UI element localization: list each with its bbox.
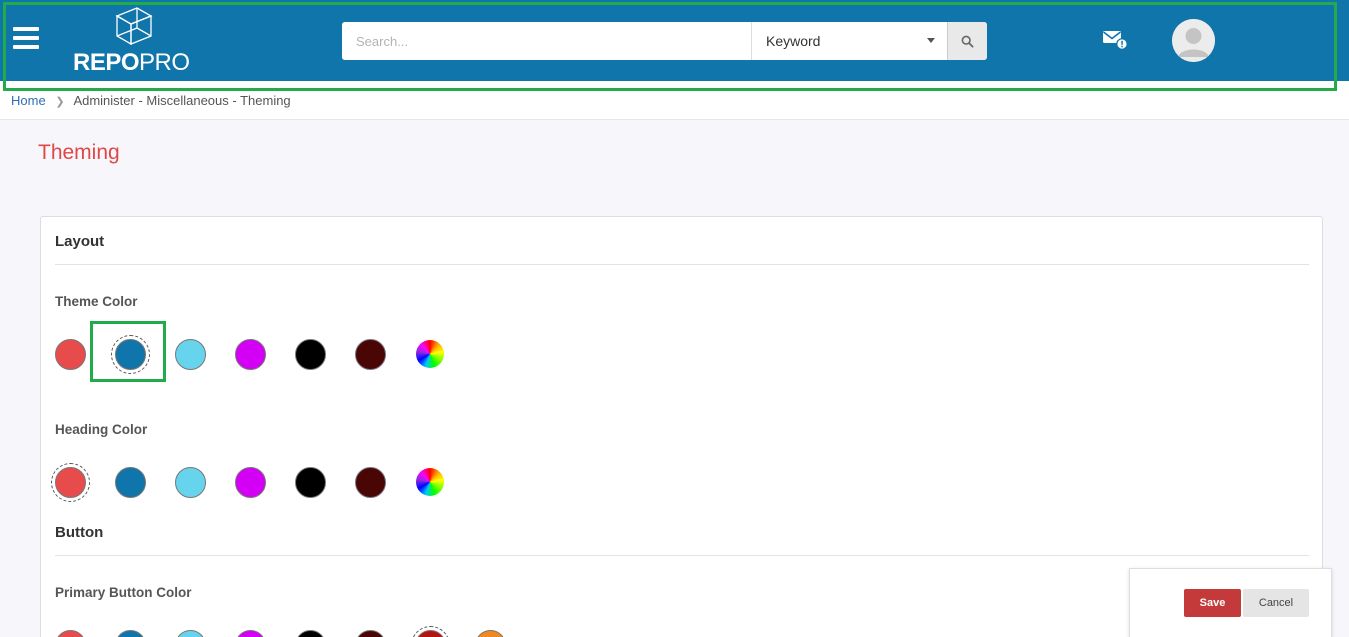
primary-button-color-swatch[interactable] xyxy=(354,629,386,637)
heading-color-swatch[interactable] xyxy=(114,466,146,498)
action-bar: Save Cancel xyxy=(1129,568,1332,637)
heading-color-swatch[interactable] xyxy=(354,466,386,498)
top-header: REPOPRO Keyword xyxy=(0,0,1349,81)
divider xyxy=(55,555,1309,556)
page-title: Theming xyxy=(38,141,120,164)
cancel-button[interactable]: Cancel xyxy=(1243,589,1309,617)
custom-color-picker-icon[interactable] xyxy=(416,340,444,368)
save-button[interactable]: Save xyxy=(1184,589,1241,617)
repopro-logo[interactable]: REPOPRO xyxy=(73,4,198,76)
global-search: Keyword xyxy=(342,22,987,60)
divider xyxy=(55,264,1309,265)
theme-color-swatch[interactable] xyxy=(174,338,206,370)
primary-button-color-label: Primary Button Color xyxy=(55,585,192,600)
primary-button-color-swatch[interactable] xyxy=(54,629,86,637)
notification-mail-icon[interactable] xyxy=(1102,29,1130,51)
search-input[interactable] xyxy=(342,22,751,60)
theme-color-label: Theme Color xyxy=(55,294,138,309)
primary-button-color-swatch[interactable] xyxy=(294,629,326,637)
primary-button-color-swatch[interactable] xyxy=(114,629,146,637)
primary-button-color-swatch[interactable] xyxy=(174,629,206,637)
search-icon xyxy=(961,35,974,48)
theme-color-swatch[interactable] xyxy=(294,338,326,370)
search-mode-dropdown[interactable]: Keyword xyxy=(751,22,947,60)
user-avatar-icon[interactable] xyxy=(1172,19,1215,62)
custom-color-picker-icon[interactable] xyxy=(416,468,444,496)
breadcrumb: Home ❯ Administer - Miscellaneous - Them… xyxy=(0,81,1349,120)
menu-icon[interactable] xyxy=(13,27,39,53)
primary-button-color-swatch[interactable] xyxy=(474,629,506,637)
breadcrumb-home-link[interactable]: Home xyxy=(11,93,46,108)
theme-color-swatch[interactable] xyxy=(110,334,150,374)
search-mode-value: Keyword xyxy=(766,33,821,49)
heading-color-swatch[interactable] xyxy=(50,462,90,502)
caret-down-icon xyxy=(927,38,935,43)
layout-section-title: Layout xyxy=(55,233,105,250)
breadcrumb-current: Administer - Miscellaneous - Theming xyxy=(73,93,291,108)
logo-wordmark: REPOPRO xyxy=(73,49,190,76)
theme-color-swatch[interactable] xyxy=(354,338,386,370)
search-button[interactable] xyxy=(947,22,987,60)
primary-button-color-swatch[interactable] xyxy=(410,625,450,637)
heading-color-swatch[interactable] xyxy=(294,466,326,498)
cube-logo-icon xyxy=(115,7,153,46)
heading-color-swatch[interactable] xyxy=(234,466,266,498)
heading-color-swatch[interactable] xyxy=(174,466,206,498)
primary-button-color-swatch[interactable] xyxy=(234,629,266,637)
theme-color-swatch[interactable] xyxy=(54,338,86,370)
chevron-right-icon: ❯ xyxy=(55,96,65,108)
heading-color-label: Heading Color xyxy=(55,422,148,437)
button-section-title: Button xyxy=(55,524,104,541)
theme-color-swatch[interactable] xyxy=(234,338,266,370)
